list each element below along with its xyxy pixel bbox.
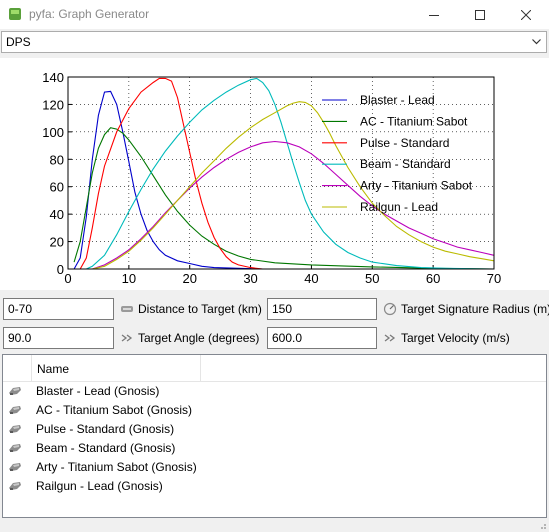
fit-name: AC - Titanium Sabot (Gnosis) xyxy=(36,403,193,417)
velocity-label-group: Target Velocity (m/s) xyxy=(383,331,510,345)
ship-icon xyxy=(9,482,21,490)
legend-label-3: Beam - Standard xyxy=(360,157,451,171)
y-tick-label: 40 xyxy=(50,207,64,222)
legend-label-5: Railgun - Lead xyxy=(360,200,438,214)
signature-field[interactable] xyxy=(267,298,377,320)
angle-field[interactable] xyxy=(3,327,114,349)
fit-list-row[interactable]: Pulse - Standard (Gnosis) xyxy=(3,420,303,439)
legend-label-2: Pulse - Standard xyxy=(360,136,449,150)
y-tick-label: 60 xyxy=(50,180,64,195)
legend-label-0: Blaster - Lead xyxy=(360,93,435,107)
x-tick-label: 50 xyxy=(365,271,379,286)
window-title: pyfa: Graph Generator xyxy=(29,7,150,21)
y-tick-label: 20 xyxy=(50,235,64,250)
chevron-down-icon xyxy=(532,39,541,45)
y-tick-label: 100 xyxy=(42,125,64,140)
fit-name: Beam - Standard (Gnosis) xyxy=(36,441,176,455)
resize-grip-icon[interactable] xyxy=(537,520,547,530)
x-tick-label: 0 xyxy=(64,271,71,286)
x-tick-label: 30 xyxy=(243,271,257,286)
minimize-button[interactable] xyxy=(411,0,457,29)
signature-label: Target Signature Radius (m) xyxy=(401,302,549,316)
y-tick-label: 120 xyxy=(42,97,64,112)
fit-list-row[interactable]: Railgun - Lead (Gnosis) xyxy=(3,477,303,496)
fit-name: Pulse - Standard (Gnosis) xyxy=(36,422,175,436)
angle-icon xyxy=(121,334,133,342)
x-tick-label: 20 xyxy=(182,271,196,286)
ship-icon xyxy=(9,444,21,452)
minimize-icon xyxy=(429,14,439,16)
ship-icon xyxy=(9,406,21,414)
fit-name: Arty - Titanium Sabot (Gnosis) xyxy=(36,460,197,474)
distance-field[interactable] xyxy=(3,298,114,320)
signature-label-group: Target Signature Radius (m) xyxy=(383,302,549,316)
signature-radius-icon xyxy=(383,302,397,316)
signature-input[interactable] xyxy=(268,299,376,319)
y-tick-label: 80 xyxy=(50,152,64,167)
dps-chart: 0 10 20 30 40 50 60 70 0 20 40 60 80 100 120 140 Blaste… xyxy=(0,58,549,290)
distance-label: Distance to Target (km) xyxy=(138,302,262,316)
distance-icon xyxy=(121,306,133,312)
fit-list-row[interactable]: Arty - Titanium Sabot (Gnosis) xyxy=(3,458,303,477)
fit-list-row[interactable]: AC - Titanium Sabot (Gnosis) xyxy=(3,401,303,420)
graph-type-dropdown[interactable]: DPS xyxy=(1,31,547,53)
name-column-header[interactable]: Name xyxy=(32,355,201,381)
pyfa-app-icon xyxy=(9,8,21,20)
y-tick-label: 140 xyxy=(42,70,64,85)
title-bar: pyfa: Graph Generator xyxy=(0,0,549,29)
ship-icon xyxy=(9,463,21,471)
ship-icon xyxy=(9,425,21,433)
angle-label-group: Target Angle (degrees) xyxy=(120,331,259,345)
maximize-button[interactable] xyxy=(457,0,503,29)
close-button[interactable] xyxy=(503,0,549,29)
velocity-icon xyxy=(384,334,396,342)
name-column-label: Name xyxy=(37,362,70,376)
y-tick-label: 0 xyxy=(57,262,64,277)
fit-list-header: Name xyxy=(3,355,546,382)
fit-list-row[interactable]: Beam - Standard (Gnosis) xyxy=(3,439,303,458)
x-tick-label: 40 xyxy=(304,271,318,286)
graph-type-value: DPS xyxy=(6,35,31,49)
close-icon xyxy=(521,9,531,20)
x-tick-label: 60 xyxy=(426,271,440,286)
velocity-input[interactable] xyxy=(268,328,376,348)
velocity-label: Target Velocity (m/s) xyxy=(401,331,510,345)
x-tick-label: 70 xyxy=(487,271,501,286)
angle-input[interactable] xyxy=(4,328,113,348)
angle-label: Target Angle (degrees) xyxy=(138,331,260,345)
distance-input[interactable] xyxy=(4,299,113,319)
fit-list[interactable]: Name Blaster - Lead (Gnosis) AC - Titaniu… xyxy=(2,354,547,518)
icon-column-header[interactable] xyxy=(3,355,32,381)
legend-label-1: AC - Titanium Sabot xyxy=(360,114,468,128)
velocity-field[interactable] xyxy=(267,327,377,349)
fit-list-row[interactable]: Blaster - Lead (Gnosis) xyxy=(3,382,303,401)
ship-icon xyxy=(9,387,21,395)
x-tick-label: 10 xyxy=(122,271,136,286)
distance-label-group: Distance to Target (km) xyxy=(120,302,262,316)
maximize-icon xyxy=(475,9,485,20)
fit-name: Blaster - Lead (Gnosis) xyxy=(36,384,160,398)
fit-name: Railgun - Lead (Gnosis) xyxy=(36,479,163,493)
legend-label-4: Arty - Titanium Sabot xyxy=(360,179,473,193)
status-bar xyxy=(0,520,549,532)
